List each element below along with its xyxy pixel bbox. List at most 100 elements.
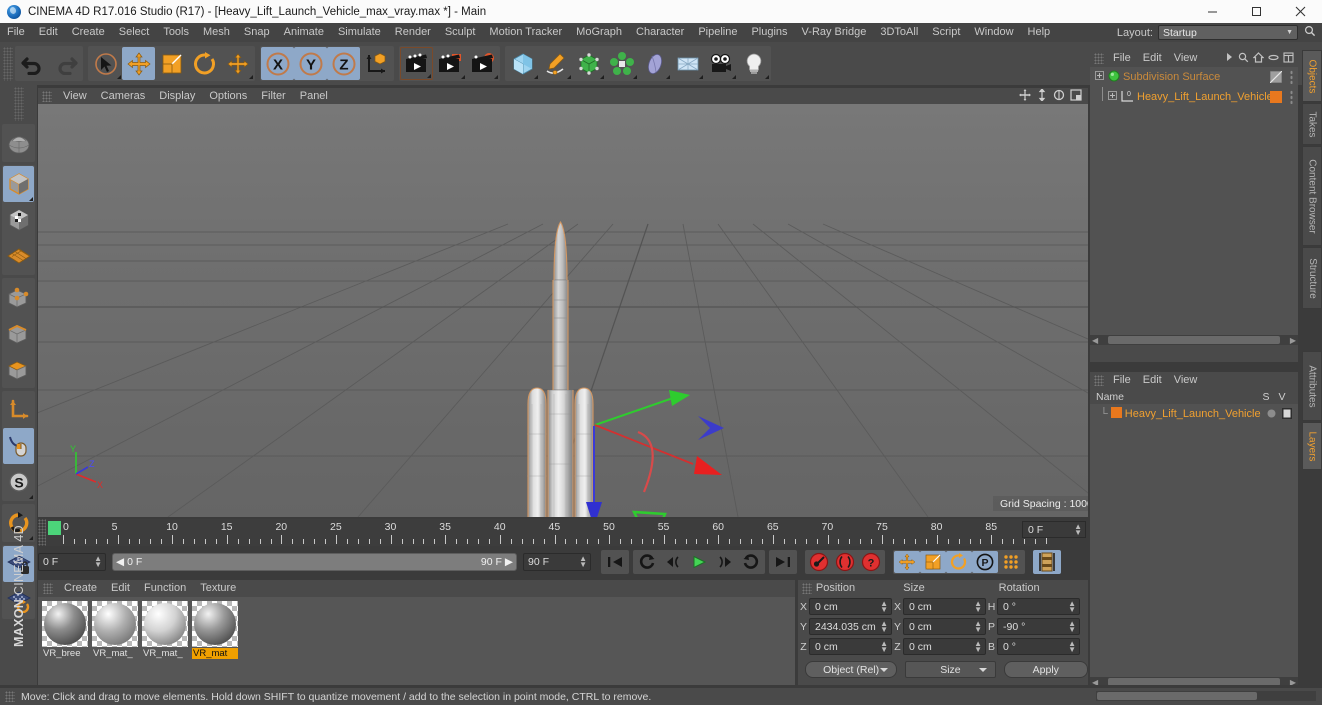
menu-motion-tracker[interactable]: Motion Tracker <box>482 23 569 42</box>
spinner-icon[interactable]: ▲ ▼ <box>974 600 982 614</box>
layer-visibility-toggle[interactable] <box>1282 408 1292 422</box>
coordinates-grip[interactable] <box>802 582 812 594</box>
spinner-icon[interactable]: ▲ ▼ <box>974 620 982 634</box>
size-x-input[interactable]: 0 cm ▲ ▼ <box>903 598 986 615</box>
spinner-icon[interactable]: ▲ ▼ <box>880 600 888 614</box>
go-to-previous-frame-button[interactable] <box>660 551 686 573</box>
enable-axis-modification-button[interactable] <box>3 428 34 464</box>
tab-content-browser[interactable]: Content Browser <box>1302 146 1322 246</box>
menu-script[interactable]: Script <box>925 23 967 42</box>
tool-expand-corner[interactable] <box>699 75 703 79</box>
maximize-button[interactable] <box>1234 0 1278 23</box>
material-item[interactable]: VR_bree <box>42 601 88 685</box>
material-preview[interactable] <box>192 601 238 647</box>
timeline-ruler[interactable]: 051015202530354045505560657075808590 <box>38 519 1050 546</box>
go-to-next-frame-button[interactable] <box>712 551 738 573</box>
toolbar-grip[interactable] <box>3 46 13 81</box>
tool-expand-corner[interactable] <box>666 75 670 79</box>
menu-vray-bridge[interactable]: V-Ray Bridge <box>795 23 874 42</box>
animation-mode-button[interactable] <box>1034 551 1060 573</box>
light-button[interactable] <box>737 47 770 80</box>
rotate-view-icon[interactable] <box>1053 89 1065 104</box>
subdivision-tag-icon[interactable] <box>1269 70 1283 84</box>
menu-character[interactable]: Character <box>629 23 691 42</box>
scroll-left-arrow-icon[interactable]: ◀ <box>1090 336 1098 345</box>
apply-button[interactable]: Apply <box>1003 661 1088 678</box>
viewport-menu-display[interactable]: Display <box>152 88 202 104</box>
material-list[interactable]: VR_bree VR_mat_ VR_mat_ VR_mat <box>38 597 795 685</box>
timeline-playhead[interactable] <box>48 521 61 535</box>
home-icon[interactable] <box>1252 51 1265 66</box>
tool-expand-corner[interactable] <box>117 75 121 79</box>
menu-help[interactable]: Help <box>1021 23 1058 42</box>
maximize-view-icon[interactable] <box>1070 88 1082 104</box>
tab-layers[interactable]: Layers <box>1302 422 1322 470</box>
menu-mograph[interactable]: MoGraph <box>569 23 629 42</box>
tool-expand-corner[interactable] <box>29 495 33 499</box>
left-palette-grip[interactable] <box>13 87 24 121</box>
layout-dropdown[interactable]: Startup ▼ <box>1158 25 1298 40</box>
layer-manager-grip[interactable] <box>1094 375 1104 386</box>
scroll-right-arrow-icon[interactable]: ▶ <box>1290 336 1298 345</box>
size-z-input[interactable]: 0 cm ▲ ▼ <box>903 638 986 655</box>
texture-mode-button[interactable] <box>3 202 34 238</box>
scrollbar-thumb[interactable] <box>1108 336 1280 344</box>
expand-collapse-icon[interactable] <box>1095 71 1104 83</box>
tool-expand-corner[interactable] <box>633 75 637 79</box>
viewport-menu-view[interactable]: View <box>56 88 94 104</box>
scale-tool[interactable] <box>155 47 188 80</box>
menu-tools[interactable]: Tools <box>156 23 196 42</box>
scale-key-button[interactable] <box>920 551 946 573</box>
spinner-icon[interactable]: ▲ ▼ <box>1068 640 1076 654</box>
menu-mesh[interactable]: Mesh <box>196 23 237 42</box>
object-manager-scrollbar[interactable]: ◀ ▶ <box>1090 335 1298 345</box>
object-row-subdivision-surface[interactable]: Subdivision Surface <box>1090 67 1298 87</box>
tab-takes[interactable]: Takes <box>1302 103 1322 145</box>
object-menu-view[interactable]: View <box>1168 50 1204 67</box>
keyframe-selection-button[interactable]: ? <box>858 551 884 573</box>
tool-expand-corner[interactable] <box>427 74 431 78</box>
material-preview[interactable] <box>142 601 188 647</box>
layer-menu-view[interactable]: View <box>1168 372 1204 389</box>
menu-3dtoall[interactable]: 3DToAll <box>873 23 925 42</box>
object-visibility-dots[interactable] <box>1290 70 1293 84</box>
spinner-icon[interactable]: ▲ ▼ <box>974 640 982 654</box>
expand-collapse-icon[interactable] <box>1108 91 1117 103</box>
layer-menu-file[interactable]: File <box>1107 372 1137 389</box>
parameter-key-button[interactable]: P <box>972 551 998 573</box>
play-button[interactable] <box>686 551 712 573</box>
size-y-input[interactable]: 0 cm ▲ ▼ <box>903 618 986 635</box>
menu-pipeline[interactable]: Pipeline <box>691 23 744 42</box>
camera-button[interactable] <box>704 47 737 80</box>
perspective-viewport[interactable]: View Cameras Display Options Filter Pane… <box>38 88 1088 517</box>
hide-icon[interactable] <box>1268 52 1279 66</box>
x-axis-lock[interactable]: X <box>261 47 294 80</box>
make-editable-button[interactable] <box>3 125 34 161</box>
range-left-arrow-icon[interactable]: ◀ <box>116 556 124 568</box>
enable-snapping-button[interactable]: S <box>3 464 34 500</box>
layer-list[interactable]: Name S V └ Heavy_Lift_Launch_Vehicle ◀ ▶ <box>1090 389 1298 687</box>
viewport-menu-options[interactable]: Options <box>202 88 254 104</box>
model-mode-button[interactable] <box>3 166 34 202</box>
spinner-icon[interactable]: ▲ ▼ <box>880 620 888 634</box>
material-item[interactable]: VR_mat <box>192 601 238 685</box>
status-bar-grip[interactable] <box>5 691 15 702</box>
tool-expand-corner[interactable] <box>534 75 538 79</box>
scene-environment-button[interactable] <box>671 47 704 80</box>
render-view-button[interactable] <box>400 47 433 80</box>
render-to-picture-viewer-button[interactable] <box>433 47 466 80</box>
timeline-grip[interactable] <box>38 519 46 546</box>
object-axis-mode-button[interactable] <box>3 392 34 428</box>
menu-render[interactable]: Render <box>388 23 438 42</box>
menu-edit[interactable]: Edit <box>32 23 65 42</box>
scrollbar-thumb[interactable] <box>1097 692 1257 700</box>
object-tree[interactable]: Subdivision Surface 0 Heavy_Lift_Launch_… <box>1090 67 1298 345</box>
tool-expand-corner[interactable] <box>765 75 769 79</box>
menu-window[interactable]: Window <box>967 23 1020 42</box>
rotation-h-input[interactable]: 0 ° ▲ ▼ <box>997 598 1080 615</box>
search-icon[interactable] <box>1238 52 1249 66</box>
world-object-coordinate[interactable] <box>360 47 393 80</box>
spinner-icon[interactable]: ▲ ▼ <box>579 555 587 569</box>
tool-expand-corner[interactable] <box>732 75 736 79</box>
position-z-input[interactable]: 0 cm ▲ ▼ <box>809 638 892 655</box>
